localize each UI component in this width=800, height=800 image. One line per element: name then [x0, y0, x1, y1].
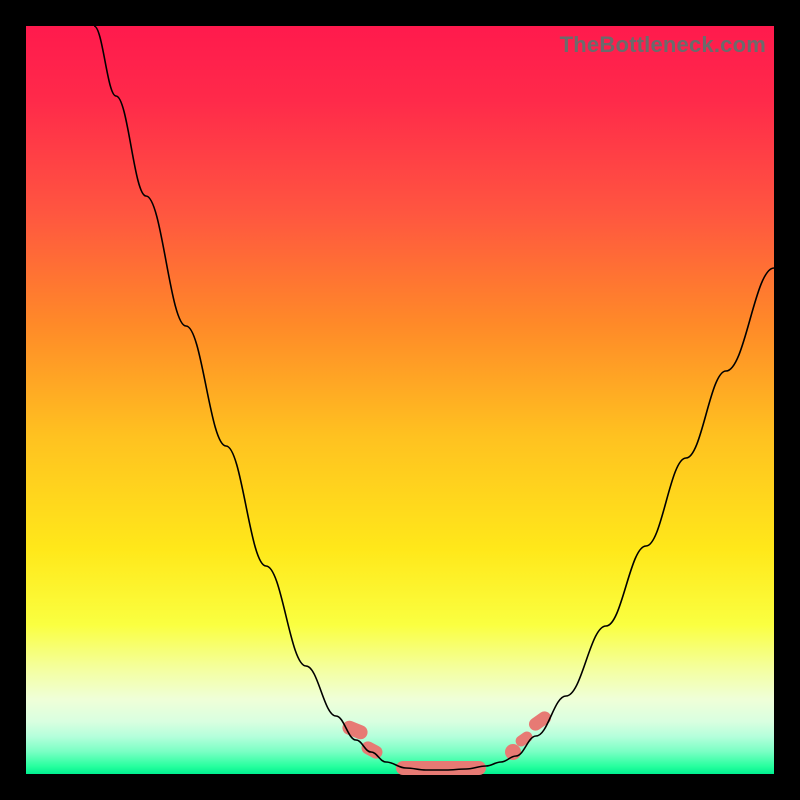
chart-svg [26, 26, 774, 774]
bottleneck-curve [94, 26, 774, 770]
valley-blobs [340, 709, 553, 775]
plot-area: TheBottleneck.com [26, 26, 774, 774]
outer-frame: TheBottleneck.com [0, 0, 800, 800]
